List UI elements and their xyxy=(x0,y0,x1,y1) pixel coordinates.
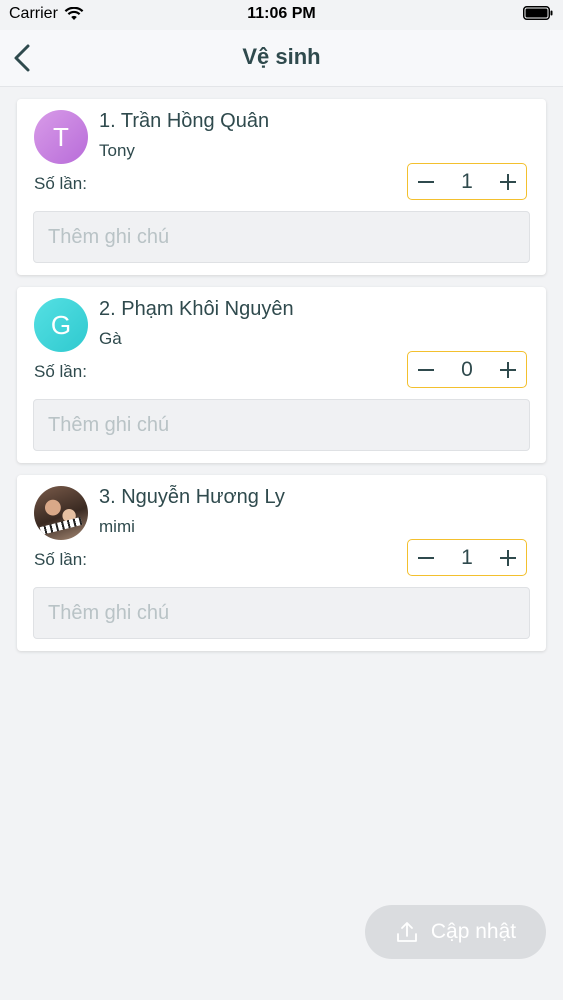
member-list: T 1. Trần Hồng Quân Tony Số lần: 1 G 2. … xyxy=(17,99,546,663)
minus-icon xyxy=(418,180,434,183)
count-value: 0 xyxy=(461,357,473,381)
member-card: 3. Nguyễn Hương Ly mimi Số lần: 1 xyxy=(17,475,546,651)
upload-icon xyxy=(396,922,417,942)
avatar: G xyxy=(34,298,88,352)
battery-icon xyxy=(523,6,553,20)
member-card: G 2. Phạm Khôi Nguyên Gà Số lần: 0 xyxy=(17,287,546,463)
member-name: 1. Trần Hồng Quân xyxy=(99,110,270,132)
plus-icon xyxy=(500,361,516,378)
member-nickname: mimi xyxy=(99,517,135,536)
count-value: 1 xyxy=(461,545,473,569)
decrement-button[interactable] xyxy=(408,541,444,575)
note-input[interactable] xyxy=(33,211,530,263)
decrement-button[interactable] xyxy=(408,165,444,199)
count-stepper: 1 xyxy=(407,163,527,200)
note-input[interactable] xyxy=(33,399,530,451)
member-name: 2. Phạm Khôi Nguyên xyxy=(99,298,294,320)
update-button[interactable]: Cập nhật xyxy=(365,905,546,959)
member-nickname: Tony xyxy=(99,141,135,160)
update-label: Cập nhật xyxy=(430,920,517,943)
status-bar: Carrier 11:06 PM xyxy=(0,0,563,30)
count-label: Số lần: xyxy=(34,174,87,193)
minus-icon xyxy=(418,556,434,559)
increment-button[interactable] xyxy=(490,353,526,387)
plus-icon xyxy=(500,173,516,190)
member-nickname: Gà xyxy=(99,329,122,348)
member-card: T 1. Trần Hồng Quân Tony Số lần: 1 xyxy=(17,99,546,275)
avatar-photo-detail xyxy=(39,517,83,535)
count-stepper: 1 xyxy=(407,539,527,576)
avatar-photo xyxy=(34,486,88,540)
avatar: T xyxy=(34,110,88,164)
page-title: Vệ sinh xyxy=(242,44,321,69)
count-label: Số lần: xyxy=(34,550,87,569)
plus-icon xyxy=(500,549,516,566)
avatar-initial: T xyxy=(53,121,69,152)
nav-bar: Vệ sinh xyxy=(0,30,563,87)
member-name: 3. Nguyễn Hương Ly xyxy=(99,486,285,508)
count-value: 1 xyxy=(461,169,473,193)
avatar-initial: G xyxy=(50,309,72,340)
count-label: Số lần: xyxy=(34,362,87,381)
minus-icon xyxy=(418,368,434,371)
decrement-button[interactable] xyxy=(408,353,444,387)
increment-button[interactable] xyxy=(490,541,526,575)
count-stepper: 0 xyxy=(407,351,527,388)
increment-button[interactable] xyxy=(490,165,526,199)
clock: 11:06 PM xyxy=(247,5,316,22)
note-input[interactable] xyxy=(33,587,530,639)
